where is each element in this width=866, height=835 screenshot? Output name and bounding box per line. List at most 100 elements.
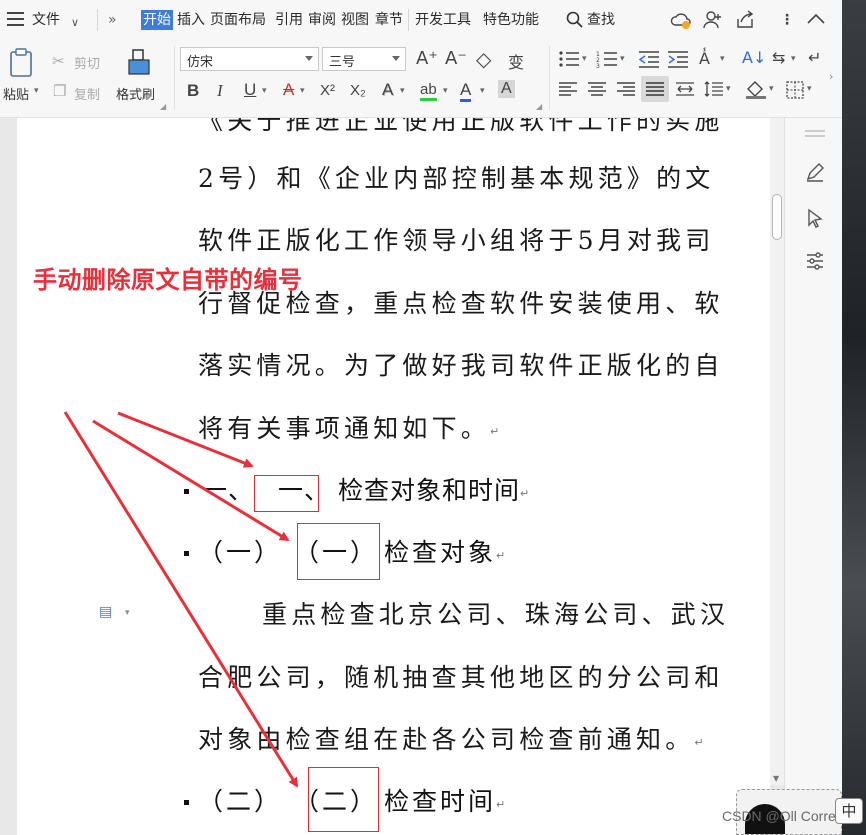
dialog-launcher-icon[interactable]: ◢ xyxy=(536,102,542,111)
more-tabs-button[interactable]: » xyxy=(108,11,117,29)
tab-chapter[interactable]: 章节 xyxy=(375,11,403,29)
search-button[interactable]: 查找 xyxy=(587,11,615,29)
chevron-down-icon[interactable]: ▾ xyxy=(480,86,485,96)
body-line[interactable]: 落实情况。为了做好我司软件正版化的自 xyxy=(198,351,724,381)
tab-page-layout[interactable]: 页面布局 xyxy=(210,11,266,29)
phonetic-guide-button[interactable]: 变 xyxy=(508,49,524,73)
show-marks-icon[interactable]: ↵ xyxy=(808,48,821,67)
font-size-select[interactable]: 三号 xyxy=(322,47,406,71)
chevron-down-icon[interactable]: ▾ xyxy=(720,54,725,64)
chevron-down-icon[interactable]: ▾ xyxy=(726,84,731,94)
subscript-button[interactable]: X₂ xyxy=(350,82,366,99)
decrease-indent-icon[interactable] xyxy=(638,50,660,68)
body-line[interactable]: 2号）和《企业内部控制基本规范》的文 xyxy=(198,164,715,194)
align-right-icon[interactable] xyxy=(616,81,636,97)
borders-icon[interactable] xyxy=(786,81,804,99)
ribbon-scroll-icon[interactable]: › xyxy=(829,70,833,83)
underline-button[interactable]: U xyxy=(244,80,256,100)
scroll-down-icon[interactable]: ▼ xyxy=(773,774,779,783)
bold-button[interactable]: B xyxy=(187,81,199,101)
copy-button[interactable]: 复制 xyxy=(74,84,100,103)
menu-icon[interactable] xyxy=(7,12,24,26)
align-center-icon[interactable] xyxy=(587,81,607,97)
tab-insert[interactable]: 插入 xyxy=(177,11,205,29)
justify-button[interactable] xyxy=(641,76,669,102)
dialog-launcher-icon[interactable]: ◢ xyxy=(160,102,166,111)
format-painter-icon[interactable] xyxy=(125,48,153,78)
heading-1[interactable]: 一、 一、 检查对象和时间↵ xyxy=(202,476,529,509)
settings-sliders-icon[interactable] xyxy=(805,251,825,271)
paste-icon[interactable] xyxy=(8,47,36,79)
font-name-select[interactable]: 仿宋 xyxy=(180,47,319,71)
shading-icon[interactable] xyxy=(745,79,767,99)
body-line[interactable]: 将有关事项通知如下。↵ xyxy=(198,414,499,447)
text-effect-button[interactable]: A xyxy=(382,80,393,100)
line-spacing-icon[interactable]: ⇆ xyxy=(772,48,785,67)
paragraph-bullet xyxy=(184,551,189,556)
pen-icon[interactable] xyxy=(805,162,825,182)
chevron-down-icon[interactable]: ▾ xyxy=(34,86,39,96)
paragraph-bullet xyxy=(184,800,189,805)
document-page[interactable]: 《关于推进企业使用正版软件工作的实施 2号）和《企业内部控制基本规范》的文 软件… xyxy=(17,118,770,835)
tab-references[interactable]: 引用 xyxy=(275,11,303,29)
chevron-down-icon[interactable]: ▾ xyxy=(262,86,267,96)
body-line[interactable]: 重点检查北京公司、珠海公司、武汉 xyxy=(262,600,729,630)
tab-home[interactable]: 开始 xyxy=(141,10,173,30)
tab-developer[interactable]: 开发工具 xyxy=(415,11,471,29)
justify-icon xyxy=(646,82,664,96)
body-line[interactable]: 对象由检查组在赴各公司检查前通知。↵ xyxy=(198,725,704,758)
grow-font-button[interactable]: A⁺ xyxy=(416,48,438,69)
tab-review[interactable]: 审阅 xyxy=(308,11,336,29)
strikethrough-button[interactable]: A xyxy=(283,80,294,100)
align-left-icon[interactable] xyxy=(558,81,578,97)
chevron-down-icon[interactable]: ▾ xyxy=(400,86,405,96)
cursor-icon[interactable] xyxy=(806,208,824,228)
tab-view[interactable]: 视图 xyxy=(341,11,369,29)
numbered-list-icon[interactable]: 123 xyxy=(596,50,618,68)
tab-features[interactable]: 特色功能 xyxy=(483,11,539,29)
chevron-down-icon[interactable]: ▾ xyxy=(443,86,448,96)
watermark: CSDN @Oll Correct xyxy=(722,808,847,824)
paragraph-spacing-icon[interactable] xyxy=(704,81,724,97)
chevron-down-icon[interactable]: ▾ xyxy=(769,84,774,94)
background-window-strip xyxy=(842,0,866,835)
cloud-sync-icon[interactable] xyxy=(670,10,692,30)
paragraph-layout-icon[interactable]: ▤ xyxy=(99,604,112,620)
paste-button[interactable]: 粘贴 xyxy=(3,84,29,103)
chevron-down-icon[interactable]: ▾ xyxy=(582,54,587,64)
scrollbar-thumb[interactable] xyxy=(772,194,782,240)
shrink-font-button[interactable]: A⁻ xyxy=(445,48,467,69)
chevron-down-icon[interactable]: ▾ xyxy=(807,84,812,94)
collapse-ribbon-icon[interactable] xyxy=(807,13,825,25)
body-line[interactable]: 软件正版化工作领导小组将于5月对我司 xyxy=(198,226,715,256)
file-menu[interactable]: 文件 xyxy=(32,11,60,29)
italic-button[interactable]: I xyxy=(217,81,223,101)
more-options-icon[interactable]: ⋮ xyxy=(780,11,794,29)
chevron-down-icon[interactable]: ∨ xyxy=(71,14,79,32)
chevron-down-icon[interactable]: ▾ xyxy=(620,54,625,64)
body-line[interactable]: 合肥公司，随机抽查其他地区的分公司和 xyxy=(198,663,724,693)
paragraph-mark: ↵ xyxy=(490,425,500,438)
body-line[interactable]: 《关于推进企业使用正版软件工作的实施 xyxy=(198,118,724,136)
clear-format-button[interactable]: ◇ xyxy=(476,47,491,71)
distribute-icon[interactable] xyxy=(675,81,695,97)
text-direction-icon[interactable]: A̾ xyxy=(699,49,710,68)
add-user-icon[interactable] xyxy=(703,10,723,30)
heading-text: 检查时间 xyxy=(384,787,497,816)
highlight-button[interactable]: ab xyxy=(420,81,437,101)
bullet-list-icon[interactable] xyxy=(558,50,580,68)
format-painter-button[interactable]: 格式刷 xyxy=(116,84,155,103)
increase-indent-icon[interactable] xyxy=(667,50,689,68)
chevron-down-icon[interactable]: ▾ xyxy=(125,608,130,618)
vertical-scrollbar[interactable]: ▼ xyxy=(770,118,784,785)
ime-indicator[interactable]: 中 xyxy=(835,798,863,824)
superscript-button[interactable]: X² xyxy=(320,82,335,99)
font-color-button[interactable]: A xyxy=(460,80,472,102)
cut-button[interactable]: 剪切 xyxy=(74,53,100,72)
share-icon[interactable] xyxy=(735,10,755,30)
chevron-down-icon[interactable]: ▾ xyxy=(791,54,796,64)
chevron-down-icon[interactable]: ▾ xyxy=(300,86,305,96)
sort-icon[interactable]: A↓ xyxy=(742,48,766,67)
char-shading-button[interactable]: A xyxy=(498,80,515,98)
search-icon[interactable] xyxy=(566,11,584,29)
